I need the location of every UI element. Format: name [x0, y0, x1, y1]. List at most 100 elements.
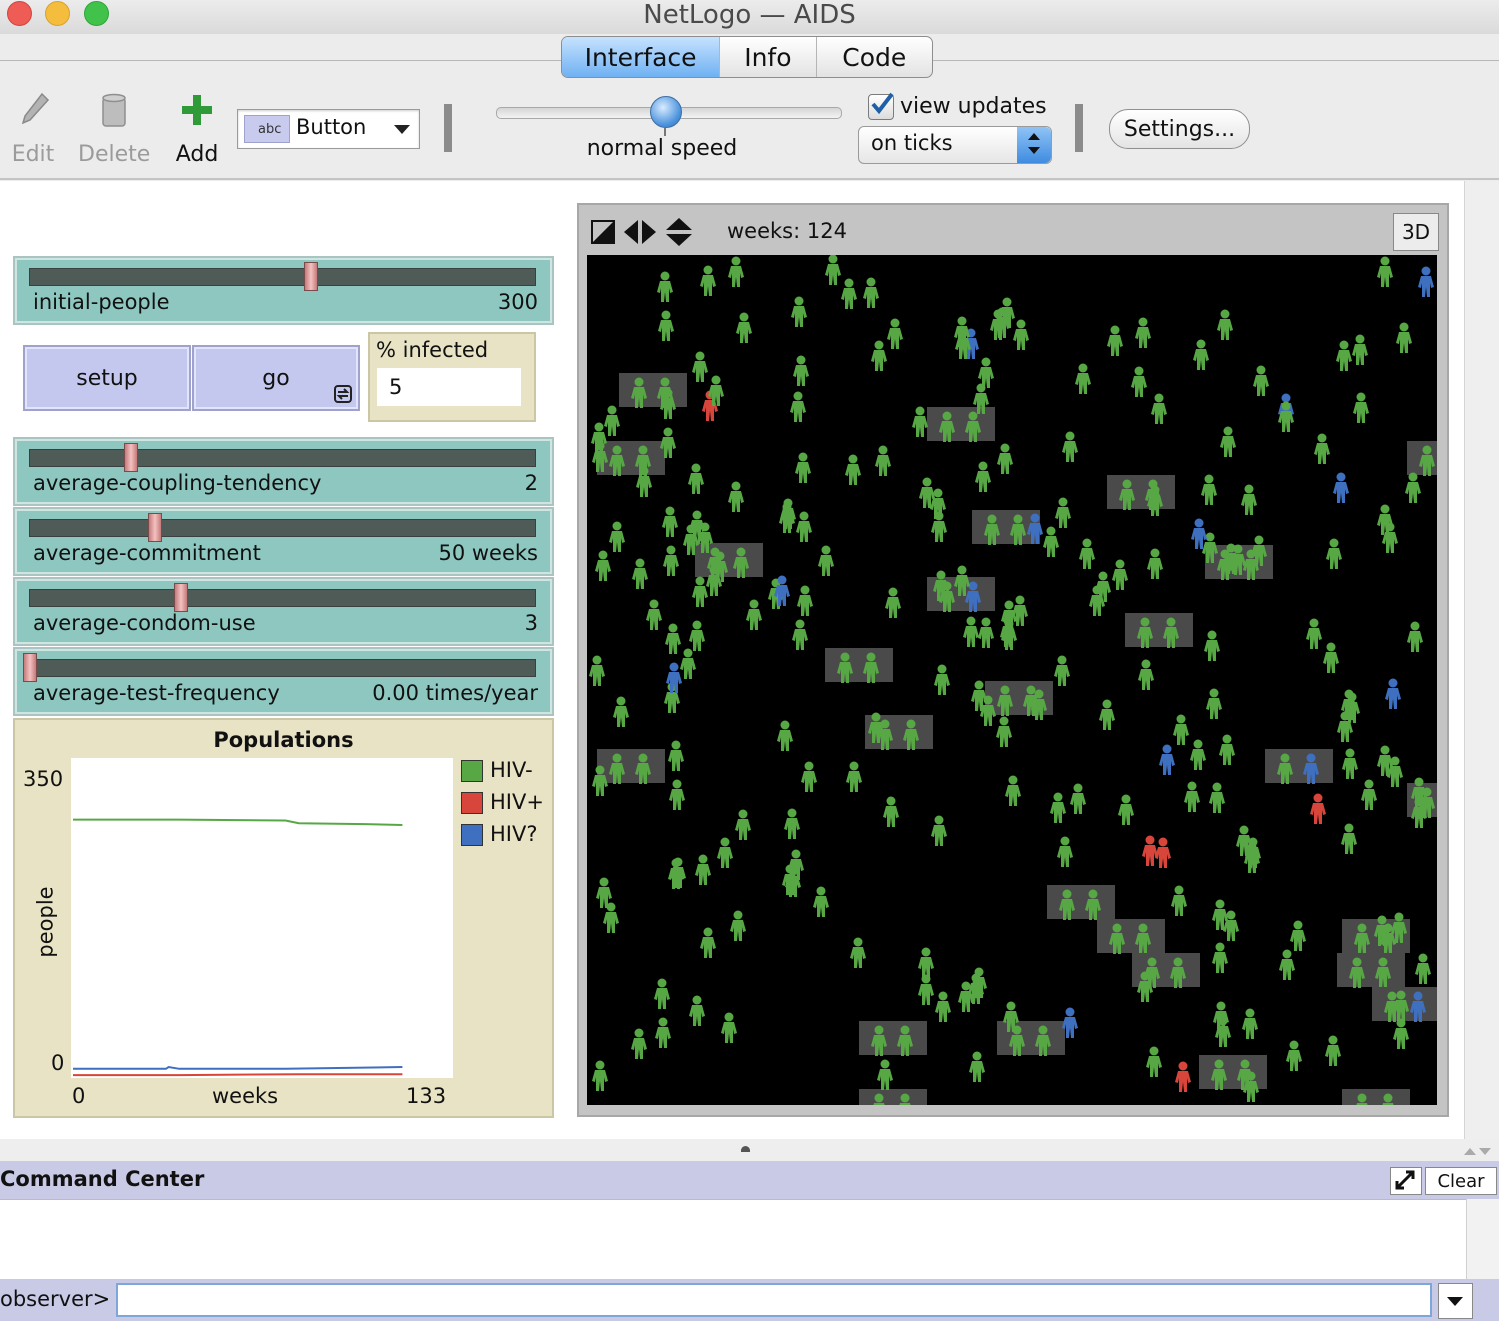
- scroll-down-arrow-icon[interactable]: [1479, 1148, 1491, 1155]
- command-output-scrollbar[interactable]: [1466, 1199, 1499, 1279]
- chevron-down-icon: [1447, 1297, 1463, 1306]
- tab-info[interactable]: Info: [720, 37, 817, 77]
- vertical-arrows-icon[interactable]: [665, 217, 693, 247]
- turtle-hiv-negative: [700, 265, 716, 296]
- turtle-hiv-negative: [658, 310, 674, 341]
- average-coupling-tendency-slider[interactable]: average-coupling-tendency 2: [13, 437, 554, 506]
- turtle-hiv-negative: [1131, 366, 1147, 397]
- setup-label: setup: [76, 365, 138, 391]
- speed-slider-thumb[interactable]: [650, 96, 682, 128]
- couple-patch: [1199, 1055, 1267, 1089]
- turtle-hiv-negative: [963, 616, 979, 647]
- world-wrap-icon[interactable]: [591, 220, 615, 244]
- slider-trough: [29, 268, 536, 286]
- expand-button[interactable]: [1390, 1167, 1422, 1195]
- turtle-hiv-positive: [1310, 793, 1326, 824]
- delete-button[interactable]: Delete: [78, 90, 150, 170]
- turtle-hiv-negative: [613, 696, 629, 727]
- tab-interface[interactable]: Interface: [562, 37, 721, 77]
- slider-thumb[interactable]: [174, 583, 188, 612]
- turtle-hiv-negative: [975, 461, 991, 492]
- turtle-hiv-negative: [1118, 794, 1134, 825]
- pencil-icon: [21, 92, 50, 125]
- average-commitment-slider[interactable]: average-commitment 50 weeks: [13, 507, 554, 576]
- delete-label: Delete: [78, 142, 151, 167]
- turtle-hiv-unknown: [1385, 678, 1401, 709]
- update-mode-select[interactable]: on ticks: [858, 126, 1052, 164]
- slider-trough: [29, 589, 536, 607]
- checkmark-icon: [871, 92, 894, 115]
- legend-item-hiv-positive: HIV+: [461, 790, 549, 822]
- turtle-hiv-negative: [692, 576, 708, 607]
- turtle-hiv-negative: [631, 1028, 647, 1059]
- command-input[interactable]: [116, 1283, 1432, 1317]
- x-axis-label: weeks: [212, 1084, 279, 1108]
- turtle-hiv-negative: [689, 995, 705, 1026]
- turtle-hiv-negative: [721, 1012, 737, 1043]
- turtle-hiv-negative: [1323, 642, 1339, 673]
- slider-label: average-condom-use: [33, 611, 256, 635]
- turtle-hiv-negative: [1407, 621, 1423, 652]
- slider-thumb[interactable]: [124, 443, 138, 472]
- turtle-hiv-positive: [1142, 835, 1158, 866]
- slider-trough: [29, 519, 536, 537]
- world-canvas[interactable]: [587, 255, 1437, 1105]
- interface-scrollbar[interactable]: [1464, 181, 1499, 1139]
- view-updates-checkbox[interactable]: [868, 92, 894, 120]
- setup-button[interactable]: setup: [23, 345, 191, 411]
- interface-panel: initial-people 300 setup go % infected 5…: [0, 181, 1464, 1139]
- turtle-hiv-negative: [877, 1059, 893, 1090]
- turtle-hiv-negative: [728, 481, 744, 512]
- widget-type-select[interactable]: abc Button: [237, 109, 420, 149]
- turtle-hiv-negative: [662, 506, 678, 537]
- turtle-hiv-negative: [1279, 949, 1295, 980]
- toolbar-separator: [1075, 104, 1083, 152]
- turtle-hiv-negative: [1314, 433, 1330, 464]
- turtle-hiv-negative: [796, 511, 812, 542]
- slider-thumb[interactable]: [23, 653, 37, 682]
- split-divider[interactable]: [0, 1139, 1499, 1161]
- command-output[interactable]: [0, 1199, 1466, 1279]
- horizontal-arrows-icon[interactable]: [623, 219, 657, 245]
- turtle-hiv-negative: [1220, 426, 1236, 457]
- scroll-up-arrow-icon[interactable]: [1464, 1148, 1476, 1155]
- turtle-hiv-negative: [1286, 1040, 1302, 1071]
- series-line-0: [73, 818, 403, 826]
- clear-button[interactable]: Clear: [1425, 1167, 1497, 1195]
- tab-code[interactable]: Code: [817, 37, 932, 77]
- turtle-hiv-negative: [918, 974, 934, 1005]
- turtle-hiv-negative: [1352, 334, 1368, 365]
- add-label: Add: [175, 142, 219, 167]
- add-button[interactable]: Add: [170, 90, 224, 170]
- turtle-hiv-negative: [1099, 699, 1115, 730]
- settings-button[interactable]: Settings...: [1109, 109, 1250, 149]
- 3d-button[interactable]: 3D: [1393, 213, 1439, 251]
- turtle-hiv-negative: [1415, 953, 1431, 984]
- turtle-hiv-negative: [1147, 548, 1163, 579]
- history-dropdown[interactable]: [1438, 1283, 1473, 1319]
- turtle-hiv-negative: [934, 664, 950, 695]
- x-max-label: 133: [406, 1084, 447, 1108]
- edit-button[interactable]: Edit: [8, 90, 58, 170]
- average-condom-use-slider[interactable]: average-condom-use 3: [13, 577, 554, 646]
- slider-thumb[interactable]: [304, 262, 318, 291]
- turtle-hiv-negative: [668, 740, 684, 771]
- legend-swatch: [461, 760, 483, 782]
- turtle-hiv-negative: [657, 271, 673, 302]
- go-button[interactable]: go: [192, 345, 360, 411]
- agent-prompt[interactable]: observer>: [0, 1287, 110, 1311]
- slider-thumb[interactable]: [148, 513, 162, 542]
- slider-label: average-coupling-tendency: [33, 471, 322, 495]
- turtle-hiv-negative: [1342, 748, 1358, 779]
- average-test-frequency-slider[interactable]: average-test-frequency 0.00 times/year: [13, 647, 554, 716]
- turtle-hiv-negative: [1204, 630, 1220, 661]
- couple-patch: [1337, 953, 1405, 987]
- turtle-hiv-negative: [1353, 392, 1369, 423]
- slider-value: 3: [524, 611, 538, 635]
- initial-people-slider[interactable]: initial-people 300: [13, 256, 554, 325]
- plot-title: Populations: [213, 728, 354, 752]
- legend-swatch: [461, 824, 483, 846]
- turtle-hiv-negative: [1151, 393, 1167, 424]
- series-line-2: [73, 1065, 403, 1070]
- turtle-hiv-negative: [1050, 792, 1066, 823]
